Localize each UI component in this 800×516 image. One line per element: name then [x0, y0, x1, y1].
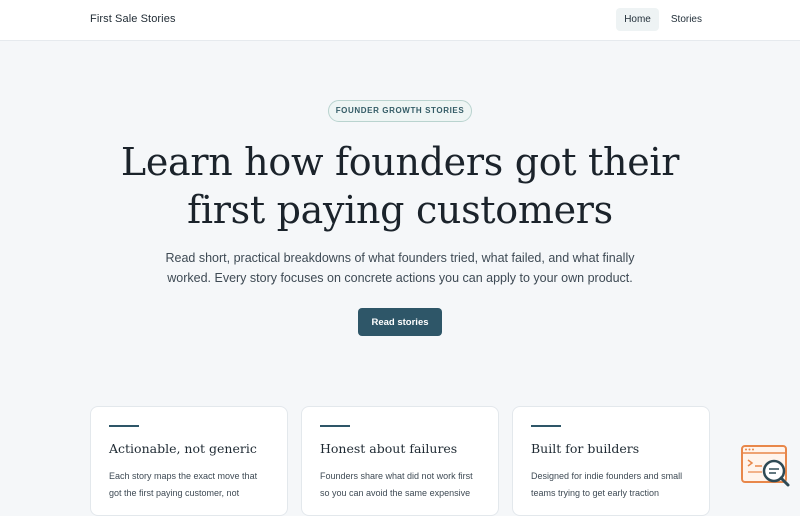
card-title: Built for builders — [531, 441, 640, 456]
read-stories-button[interactable]: Read stories — [358, 308, 442, 336]
card-text: Designed for indie founders and small te… — [531, 471, 683, 498]
hero-title: Learn how founders got their first payin… — [120, 140, 680, 232]
brand-logo-text[interactable]: First Sale Stories — [90, 13, 176, 25]
card-text: Founders share what did not work first s… — [320, 471, 473, 498]
eyebrow-badge: FOUNDER GROWTH STORIES — [328, 100, 472, 122]
top-navigation-bar: First Sale Stories Home Stories — [0, 0, 800, 41]
hero-subtitle: Read short, practical breakdowns of what… — [165, 251, 635, 285]
nav-home[interactable]: Home — [616, 8, 659, 31]
card-accent-bar — [109, 425, 139, 427]
card-accent-bar — [531, 425, 561, 427]
search-chat-icon[interactable] — [740, 444, 792, 490]
card-accent-bar — [320, 425, 350, 427]
card-title: Actionable, not generic — [109, 441, 257, 456]
nav-stories[interactable]: Stories — [663, 8, 710, 31]
card-title: Honest about failures — [320, 441, 458, 456]
card-text: Each story maps the exact move that got … — [109, 471, 258, 498]
main-nav: Home Stories — [616, 8, 710, 31]
